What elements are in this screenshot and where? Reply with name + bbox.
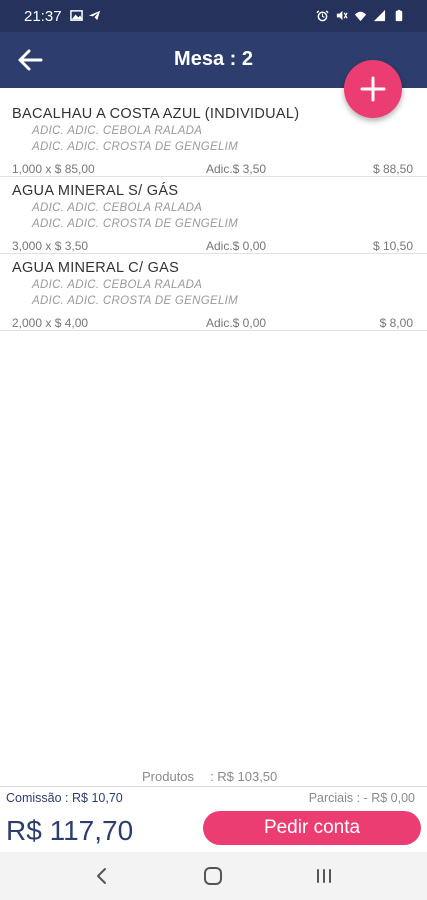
item-addition: ADIC. ADIC. CROSTA DE GENGELIM: [32, 295, 239, 307]
system-nav-bar: [0, 852, 427, 900]
total-amount: R$ 117,70: [6, 815, 134, 846]
item-total: $ 88,50: [372, 162, 413, 176]
telegram-icon: [88, 10, 101, 21]
footer-summary: Comissão : R$ 10,70 Parciais : - R$ 0,00…: [0, 786, 427, 852]
mute-icon: [336, 10, 348, 21]
item-addition: ADIC. ADIC. CEBOLA RALADA: [32, 279, 203, 291]
item-total: $ 10,50: [372, 239, 413, 253]
item-qty-price: 3,000 x $ 3,50: [12, 239, 89, 253]
home-nav-icon[interactable]: [201, 864, 225, 888]
products-label: Produtos: [142, 769, 195, 784]
item-name: BACALHAU A COSTA AZUL (INDIVIDUAL): [12, 106, 300, 122]
battery-icon: [395, 9, 403, 22]
commission-text: Comissão : R$ 10,70: [6, 791, 123, 805]
partials-text: Parciais : - R$ 0,00: [308, 791, 415, 805]
item-addition: ADIC. ADIC. CEBOLA RALADA: [32, 125, 203, 137]
status-left-icons: [70, 9, 101, 22]
order-item[interactable]: AGUA MINERAL C/ GAS ADIC. ADIC. CEBOLA R…: [0, 254, 427, 331]
item-adic-value: Adic.$ 0,00: [206, 239, 267, 253]
plus-icon: [360, 76, 386, 102]
wifi-icon: [354, 11, 367, 22]
alarm-icon: [316, 10, 329, 22]
order-item[interactable]: AGUA MINERAL S/ GÁS ADIC. ADIC. CEBOLA R…: [0, 177, 427, 254]
item-name: AGUA MINERAL S/ GÁS: [12, 183, 179, 199]
order-items-list: BACALHAU A COSTA AZUL (INDIVIDUAL) ADIC.…: [0, 100, 427, 331]
item-name: AGUA MINERAL C/ GAS: [12, 260, 180, 276]
signal-icon: [373, 9, 386, 22]
item-qty-price: 2,000 x $ 4,00: [12, 316, 89, 330]
products-subtotal: Produtos : R$ 103,50: [142, 769, 293, 784]
status-bar: 21:37: [0, 0, 427, 32]
item-addition: ADIC. ADIC. CROSTA DE GENGELIM: [32, 218, 239, 230]
add-item-button[interactable]: [344, 60, 402, 118]
item-total: $ 8,00: [379, 316, 413, 330]
status-right-icons: [316, 9, 405, 22]
back-nav-icon[interactable]: [90, 864, 114, 888]
status-time: 21:37: [24, 8, 62, 25]
products-value: : R$ 103,50: [210, 769, 278, 784]
item-addition: ADIC. ADIC. CEBOLA RALADA: [32, 202, 203, 214]
request-bill-button[interactable]: Pedir conta: [203, 811, 421, 845]
item-addition: ADIC. ADIC. CROSTA DE GENGELIM: [32, 141, 239, 153]
item-qty-price: 1,000 x $ 85,00: [12, 162, 95, 176]
recents-nav-icon[interactable]: [312, 864, 336, 888]
item-adic-value: Adic.$ 3,50: [206, 162, 267, 176]
gallery-icon: [70, 10, 83, 21]
item-adic-value: Adic.$ 0,00: [206, 316, 267, 330]
